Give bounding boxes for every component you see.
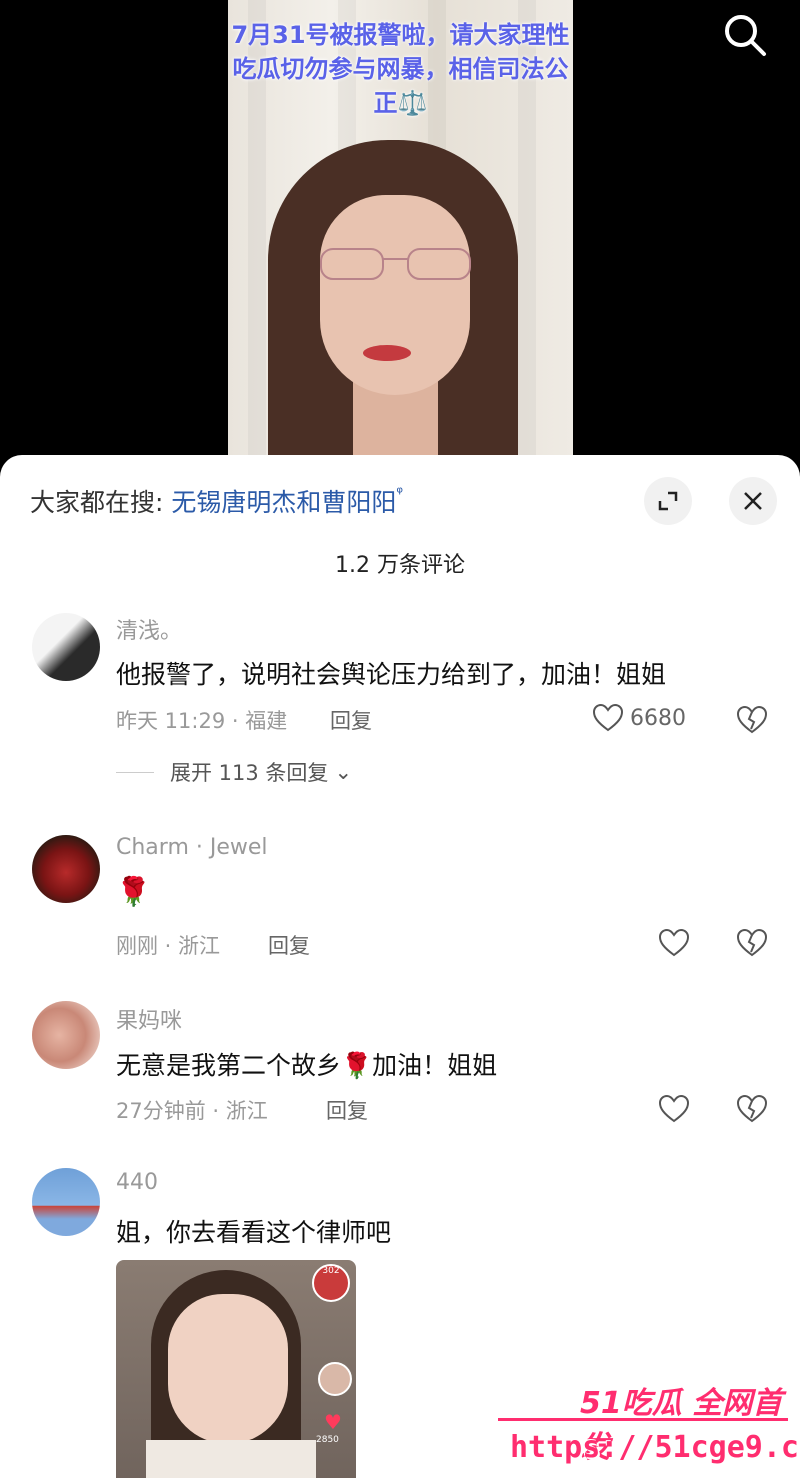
comment-meta: 昨天 11:29 · 福建 bbox=[116, 709, 288, 733]
chevron-down-icon: ⌄ bbox=[334, 760, 353, 784]
watermark-url: https://51cge9.com bbox=[510, 1430, 800, 1465]
watermark-bar bbox=[498, 1418, 788, 1421]
comments-sheet: 大家都在搜: 无锡唐明杰和曹阳阳ᵠ 1.2 万条评论 清浅。 他报警了，说明社会… bbox=[0, 455, 800, 1478]
glasses-icon bbox=[320, 248, 471, 280]
avatar[interactable] bbox=[32, 1001, 100, 1069]
person-face bbox=[320, 195, 470, 395]
avatar[interactable] bbox=[32, 835, 100, 903]
heart-icon[interactable] bbox=[658, 1094, 690, 1124]
like-count: 6680 bbox=[630, 705, 686, 731]
dislike-icon[interactable] bbox=[736, 1094, 768, 1124]
search-suggestion[interactable]: 大家都在搜: 无锡唐明杰和曹阳阳ᵠ bbox=[30, 483, 403, 519]
avatar[interactable] bbox=[32, 613, 100, 681]
comment-text: 姐，你去看看这个律师吧 bbox=[116, 1218, 392, 1247]
thumbnail-badge: 302 bbox=[312, 1264, 350, 1302]
comment-video-thumbnail[interactable]: 302 ♥ 2850 bbox=[116, 1260, 356, 1478]
close-button[interactable] bbox=[729, 477, 777, 525]
comment-username[interactable]: Charm · Jewel bbox=[116, 835, 268, 860]
reply-button[interactable]: 回复 bbox=[268, 930, 310, 960]
search-suggestion-keyword[interactable]: 无锡唐明杰和曹阳阳 bbox=[171, 488, 396, 517]
comment-meta: 刚刚 · 浙江 bbox=[116, 934, 221, 958]
comment-text: 他报警了，说明社会舆论压力给到了，加油！姐姐 bbox=[116, 660, 667, 689]
comment-count: 1.2 万条评论 bbox=[335, 553, 465, 578]
video-frame[interactable]: 7月31号被报警啦，请大家理性吃瓜切勿参与网暴，相信司法公正⚖️ bbox=[228, 0, 573, 470]
divider bbox=[116, 771, 154, 773]
expand-icon bbox=[658, 491, 678, 511]
search-small-icon: ᵠ bbox=[396, 483, 404, 502]
comment-username[interactable]: 果妈咪 bbox=[116, 1003, 182, 1035]
comment-meta: 27分钟前 · 浙江 bbox=[116, 1099, 268, 1123]
thumbnail-like-count: 2850 bbox=[316, 1435, 339, 1445]
watermark: 51吃瓜 全网首发 https://51cge9.com bbox=[498, 1368, 800, 1476]
heart-icon bbox=[592, 703, 624, 732]
thumbnail-avatar bbox=[318, 1362, 352, 1396]
close-icon bbox=[744, 492, 762, 510]
person-lips bbox=[363, 345, 411, 361]
dislike-icon[interactable] bbox=[736, 705, 768, 735]
dislike-icon[interactable] bbox=[736, 928, 768, 958]
reply-button[interactable]: 回复 bbox=[326, 1095, 368, 1125]
like-button[interactable]: 6680 bbox=[592, 703, 686, 733]
heart-icon[interactable] bbox=[658, 928, 690, 958]
comment-text: 无意是我第二个故乡🌹加油！姐姐 bbox=[116, 1051, 498, 1080]
thumbnail-heart-icon: ♥ bbox=[324, 1410, 342, 1434]
video-caption: 7月31号被报警啦，请大家理性吃瓜切勿参与网暴，相信司法公正⚖️ bbox=[231, 21, 570, 117]
avatar[interactable] bbox=[32, 1168, 100, 1236]
expand-button[interactable] bbox=[644, 477, 692, 525]
reply-button[interactable]: 回复 bbox=[330, 705, 372, 735]
expand-replies-button[interactable]: 展开 113 条回复 ⌄ bbox=[116, 757, 352, 787]
comment-username[interactable]: 清浅。 bbox=[116, 613, 182, 645]
search-icon[interactable] bbox=[722, 12, 768, 58]
video-player[interactable]: 7月31号被报警啦，请大家理性吃瓜切勿参与网暴，相信司法公正⚖️ bbox=[0, 0, 800, 470]
search-suggestion-prefix: 大家都在搜: bbox=[30, 488, 172, 517]
comment-text: 🌹 bbox=[116, 875, 151, 908]
thumbnail-person-face bbox=[168, 1294, 288, 1444]
expand-replies-label: 展开 113 条回复 bbox=[170, 761, 329, 785]
comment-username[interactable]: 440 bbox=[116, 1170, 158, 1195]
thumbnail-person-shirt bbox=[146, 1440, 316, 1478]
